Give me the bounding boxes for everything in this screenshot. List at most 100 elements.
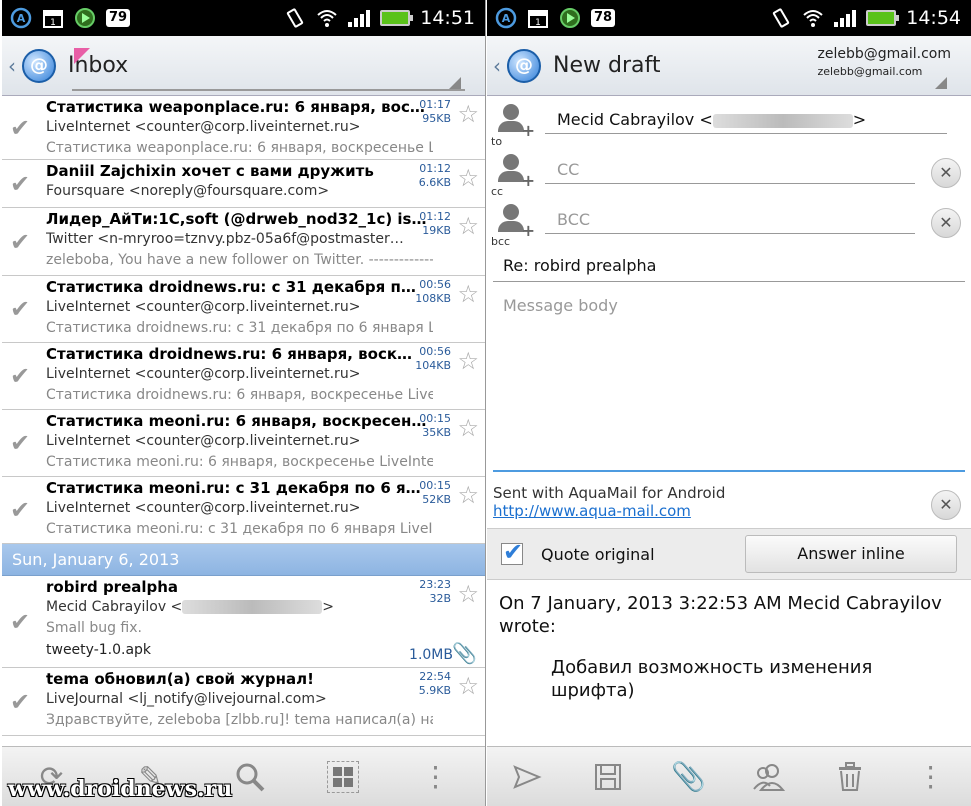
date-group-header: Sun, January 6, 2013 bbox=[2, 544, 485, 576]
check-icon[interactable]: ✔ bbox=[10, 688, 30, 716]
notification-count-badge: 79 bbox=[106, 9, 131, 27]
star-icon[interactable]: ☆ bbox=[457, 481, 479, 509]
paperclip-icon: 📎 bbox=[452, 641, 477, 665]
overflow-menu-icon[interactable]: ⋮ bbox=[414, 755, 458, 799]
signature-link[interactable]: http://www.aqua-mail.com bbox=[493, 502, 971, 520]
message-time: 01:12 bbox=[419, 210, 451, 223]
check-icon[interactable]: ✔ bbox=[10, 170, 30, 198]
message-row[interactable]: ✔ Статистика droidnews.ru: с 31 декабря … bbox=[2, 276, 485, 343]
subject-field[interactable]: Re: robird prealpha bbox=[493, 248, 965, 282]
svg-text:A: A bbox=[17, 12, 26, 25]
message-row[interactable]: ✔ Daniil Zajchixin хочет с вами дружить … bbox=[2, 160, 485, 208]
star-icon[interactable]: ☆ bbox=[457, 212, 479, 240]
message-time: 22:54 bbox=[419, 670, 451, 683]
notification-count-badge: 78 bbox=[591, 9, 616, 27]
message-row[interactable]: ✔ Статистика droidnews.ru: 6 января, вос… bbox=[2, 343, 485, 410]
bcc-tag: bcc bbox=[491, 235, 511, 248]
check-icon[interactable]: ✔ bbox=[10, 228, 30, 256]
star-icon[interactable]: ☆ bbox=[457, 100, 479, 128]
answer-inline-button[interactable]: Answer inline bbox=[745, 535, 957, 573]
message-row[interactable]: ✔ Статистика weaponplace.ru: 6 января, в… bbox=[2, 96, 485, 160]
add-contact-icon[interactable]: + cc bbox=[491, 154, 535, 198]
vibrate-icon bbox=[287, 8, 304, 28]
message-sender: Mecid Cabrayilov < bbox=[46, 599, 183, 615]
message-sender: Twitter <n-mryroo=tznvy.pbz-05a6f@postma… bbox=[46, 231, 404, 247]
check-icon[interactable]: ✔ bbox=[10, 295, 30, 323]
check-icon[interactable]: ✔ bbox=[10, 429, 30, 457]
check-icon[interactable]: ✔ bbox=[10, 114, 30, 142]
attachment-size: 1.0MB bbox=[409, 647, 453, 663]
contacts-icon[interactable] bbox=[747, 755, 791, 799]
quote-original-checkbox[interactable] bbox=[501, 538, 523, 566]
attach-paperclip-icon[interactable]: 📎 bbox=[667, 755, 711, 799]
to-value-end: > bbox=[852, 110, 867, 129]
message-preview: zeleboba, You have a new follower on Twi… bbox=[46, 252, 433, 268]
svg-text:1: 1 bbox=[50, 18, 56, 28]
save-floppy-icon[interactable] bbox=[586, 755, 630, 799]
message-subject: Статистика meoni.ru: с 31 декабря по 6 я… bbox=[46, 479, 421, 497]
message-size: 19KB bbox=[422, 224, 451, 237]
send-icon[interactable] bbox=[505, 755, 549, 799]
svg-text:1: 1 bbox=[535, 18, 541, 28]
spinner-dropdown-icon[interactable] bbox=[449, 77, 461, 89]
trash-icon[interactable] bbox=[828, 755, 872, 799]
bcc-field[interactable]: BCC bbox=[545, 208, 915, 234]
message-row[interactable]: ✔ Лидер_АйТи:1С,soft (@drweb_nod32_1c) i… bbox=[2, 208, 485, 276]
to-value: Mecid Cabrayilov < bbox=[557, 110, 713, 129]
action-bar: ‹ @ New draft zelebb@gmail.com zelebb@gm… bbox=[487, 36, 971, 96]
status-bar: A 1 79 14:51 bbox=[2, 0, 485, 36]
battery-icon bbox=[866, 10, 900, 26]
star-icon[interactable]: ☆ bbox=[457, 347, 479, 375]
message-body-field[interactable]: Message body bbox=[493, 290, 965, 472]
overflow-menu-icon[interactable]: ⋮ bbox=[909, 755, 953, 799]
cc-row: + cc CC ✕ bbox=[487, 146, 971, 198]
message-time: 00:15 bbox=[419, 479, 451, 492]
star-icon[interactable]: ☆ bbox=[457, 580, 479, 608]
message-time: 00:56 bbox=[419, 278, 451, 291]
add-contact-icon[interactable]: + bcc bbox=[491, 204, 535, 248]
message-row[interactable]: ✔ Статистика meoni.ru: 6 января, воскрес… bbox=[2, 410, 485, 477]
signature-text: Sent with AquaMail for Android bbox=[493, 484, 726, 502]
search-icon[interactable] bbox=[228, 755, 272, 799]
to-field[interactable]: Mecid Cabrayilov < > bbox=[545, 108, 947, 134]
message-subject: Статистика meoni.ru: 6 января, воскресен… bbox=[46, 412, 427, 430]
add-contact-icon[interactable]: + to bbox=[491, 104, 535, 148]
back-chevron-icon[interactable]: ‹ bbox=[493, 54, 501, 78]
check-icon[interactable]: ✔ bbox=[10, 608, 30, 636]
grid-menu-icon[interactable] bbox=[326, 760, 359, 793]
star-icon[interactable]: ☆ bbox=[457, 280, 479, 308]
message-time: 01:17 bbox=[419, 98, 451, 111]
message-sender: LiveInternet <counter@corp.liveinternet.… bbox=[46, 119, 361, 135]
message-size: 95KB bbox=[422, 112, 451, 125]
cc-field[interactable]: CC bbox=[545, 158, 915, 184]
message-sender: LiveInternet <counter@corp.liveinternet.… bbox=[46, 366, 361, 382]
aquamail-notification-icon: A bbox=[10, 7, 32, 29]
message-time: 00:56 bbox=[419, 345, 451, 358]
message-sender-end: > bbox=[322, 599, 335, 615]
message-sender: Foursquare <noreply@foursquare.com> bbox=[46, 183, 330, 199]
spinner-dropdown-icon[interactable] bbox=[935, 77, 947, 89]
status-bar: A 1 78 14:54 bbox=[487, 0, 971, 36]
remove-bcc-close-icon[interactable]: ✕ bbox=[931, 208, 961, 238]
aquamail-logo-icon[interactable]: @ bbox=[22, 48, 56, 83]
quoted-text: Добавил возможность изменения шрифта) bbox=[551, 657, 873, 701]
message-row[interactable]: ✔ Статистика meoni.ru: с 31 декабря по 6… bbox=[2, 477, 485, 544]
compose-screen: A 1 78 14:54 ‹ @ New draft zelebb@gmail.… bbox=[487, 0, 971, 806]
message-preview: Статистика droidnews.ru: 6 января, воскр… bbox=[46, 387, 433, 403]
signal-icon bbox=[348, 9, 371, 27]
message-size: 32B bbox=[429, 592, 451, 605]
back-chevron-icon[interactable]: ‹ bbox=[8, 54, 16, 78]
check-icon[interactable]: ✔ bbox=[10, 496, 30, 524]
message-row[interactable]: ✔ tema обновил(а) свой журнал! LiveJourn… bbox=[2, 668, 485, 736]
star-icon[interactable]: ☆ bbox=[457, 414, 479, 442]
star-icon[interactable]: ☆ bbox=[457, 164, 479, 192]
quote-original-label[interactable]: Quote original bbox=[541, 545, 655, 564]
remove-signature-close-icon[interactable]: ✕ bbox=[931, 490, 961, 520]
remove-cc-close-icon[interactable]: ✕ bbox=[931, 158, 961, 188]
account-selector[interactable]: zelebb@gmail.com zelebb@gmail.com bbox=[818, 46, 951, 78]
message-row[interactable]: ✔ robird prealpha Mecid Cabrayilov < > Sm… bbox=[2, 576, 485, 668]
star-icon[interactable]: ☆ bbox=[457, 672, 479, 700]
check-icon[interactable]: ✔ bbox=[10, 362, 30, 390]
aquamail-logo-icon[interactable]: @ bbox=[507, 48, 541, 83]
message-subject: Статистика weaponplace.ru: 6 января, вос… bbox=[46, 98, 425, 116]
